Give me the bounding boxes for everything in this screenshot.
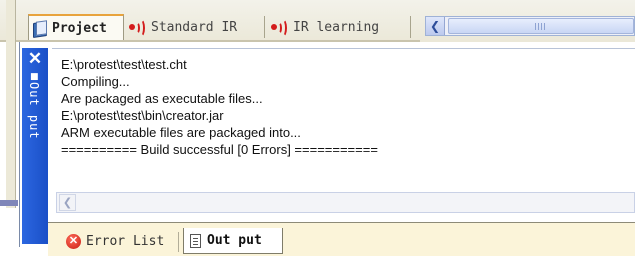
- output-line: Compiling...: [61, 74, 130, 89]
- scroll-left-icon[interactable]: ❮: [59, 194, 76, 211]
- output-line: E:\protest\test\test.cht: [61, 57, 187, 72]
- tab-output[interactable]: Out put: [183, 228, 283, 254]
- output-panel-titlebar: ✕ ■ Out put: [22, 48, 48, 244]
- ir-signal-icon: [270, 19, 288, 37]
- ir-signal-icon: [128, 19, 146, 37]
- ide-window: Project Standard IR IR learning ❮ ✕ ■ Ou…: [0, 0, 635, 256]
- output-line: ========== Build successful [0 Errors] =…: [61, 142, 378, 157]
- tab-error-list-label: Error List: [86, 233, 165, 249]
- left-frame: [6, 0, 16, 208]
- output-line: ARM executable files are packaged into..…: [61, 125, 301, 140]
- tab-error-list[interactable]: ✕ Error List: [62, 228, 176, 254]
- tab-ir-learning-label: IR learning: [293, 19, 380, 35]
- tab-project[interactable]: Project: [28, 14, 124, 40]
- left-frame-edge: [0, 200, 18, 206]
- horizontal-scrollbar-bottom[interactable]: ❮: [56, 192, 635, 213]
- close-icon[interactable]: ✕: [22, 50, 48, 68]
- pin-icon[interactable]: ■: [30, 72, 40, 82]
- output-panel-title: Out put: [27, 82, 41, 140]
- tab-standard-ir-label: Standard IR: [151, 19, 238, 35]
- output-line: Are packaged as executable files...: [61, 91, 263, 106]
- horizontal-scrollbar-top[interactable]: ❮: [425, 16, 635, 36]
- output-line: E:\protest\test\bin\creator.jar: [61, 108, 224, 123]
- tab-ir-learning[interactable]: IR learning: [270, 14, 410, 40]
- document-icon: [190, 233, 201, 248]
- tab-separator: [178, 232, 179, 252]
- tab-separator: [264, 16, 265, 38]
- tab-output-label: Out put: [207, 233, 262, 248]
- grip-icon: [535, 23, 547, 30]
- scroll-left-icon[interactable]: ❮: [426, 17, 445, 35]
- tab-standard-ir[interactable]: Standard IR: [128, 14, 260, 40]
- tab-project-label: Project: [52, 20, 107, 36]
- error-icon: ✕: [66, 233, 81, 249]
- book-icon: [33, 19, 48, 38]
- scrollbar-thumb[interactable]: [448, 18, 634, 34]
- tab-separator: [410, 16, 411, 38]
